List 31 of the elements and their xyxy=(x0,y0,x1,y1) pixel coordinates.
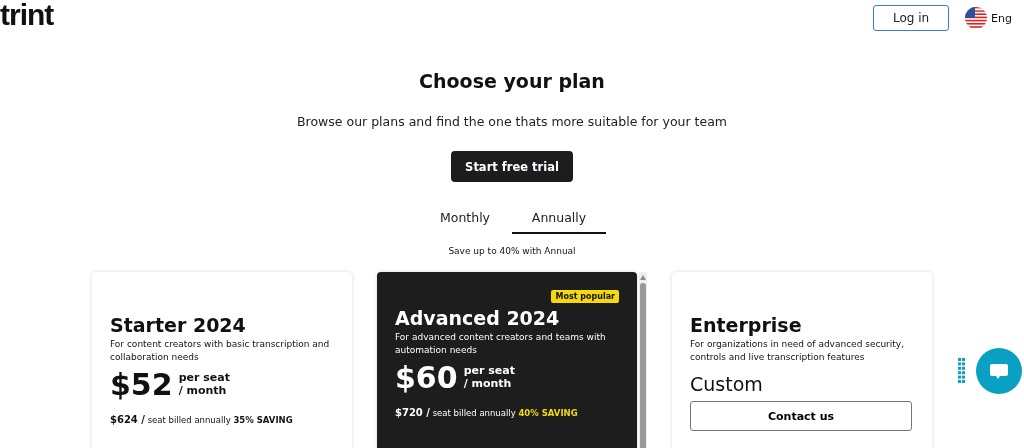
billing-tab[interactable]: Annually xyxy=(512,202,606,234)
login-button[interactable]: Log in xyxy=(873,5,950,31)
plan-price: $60 xyxy=(395,360,458,396)
billing-note: Save up to 40% with Annual xyxy=(448,246,576,256)
plan-name: Advanced 2024 xyxy=(395,307,561,329)
plan-description: For organizations in need of advanced security, controls and live transcription features xyxy=(690,338,905,364)
plan-price: Custom xyxy=(690,373,764,396)
trint-logo[interactable]: trint xyxy=(0,0,54,32)
annual-billing-text: $720 / seat billed annually 40% SAVING xyxy=(395,407,579,419)
start-trial-button[interactable]: Start free trial xyxy=(451,151,573,182)
annual-billing-text: $624 / seat billed annually 35% SAVING xyxy=(110,414,294,426)
language-label[interactable]: Eng xyxy=(991,11,1012,25)
page-subtitle: Browse our plans and find the one thats more suitable for your team xyxy=(297,114,727,129)
plan-name: Enterprise xyxy=(690,314,803,336)
price-unit: / month xyxy=(463,377,513,391)
price-unit: per seat xyxy=(178,372,230,385)
drag-handle-icon[interactable] xyxy=(958,358,966,384)
contact-button[interactable]: Contact us xyxy=(690,401,912,432)
price-unit: per seat xyxy=(463,365,515,378)
scrollbar[interactable] xyxy=(639,272,647,448)
plan-name: Starter 2024 xyxy=(110,314,247,336)
plan-price: $52 xyxy=(110,367,173,403)
page-title: Choose your plan xyxy=(419,70,605,92)
plan-description: For content creators with basic transcription and collaboration needs xyxy=(110,338,330,364)
price-unit: / month xyxy=(178,384,228,398)
plan-description: For advanced content creators and teams with automation needs xyxy=(395,331,607,357)
us-flag-icon xyxy=(965,7,988,29)
chat-button[interactable] xyxy=(976,348,1022,394)
billing-tab[interactable]: Monthly xyxy=(418,202,512,234)
scroll-up-arrow-icon[interactable] xyxy=(640,275,646,280)
popular-badge: Most popular xyxy=(551,290,619,303)
